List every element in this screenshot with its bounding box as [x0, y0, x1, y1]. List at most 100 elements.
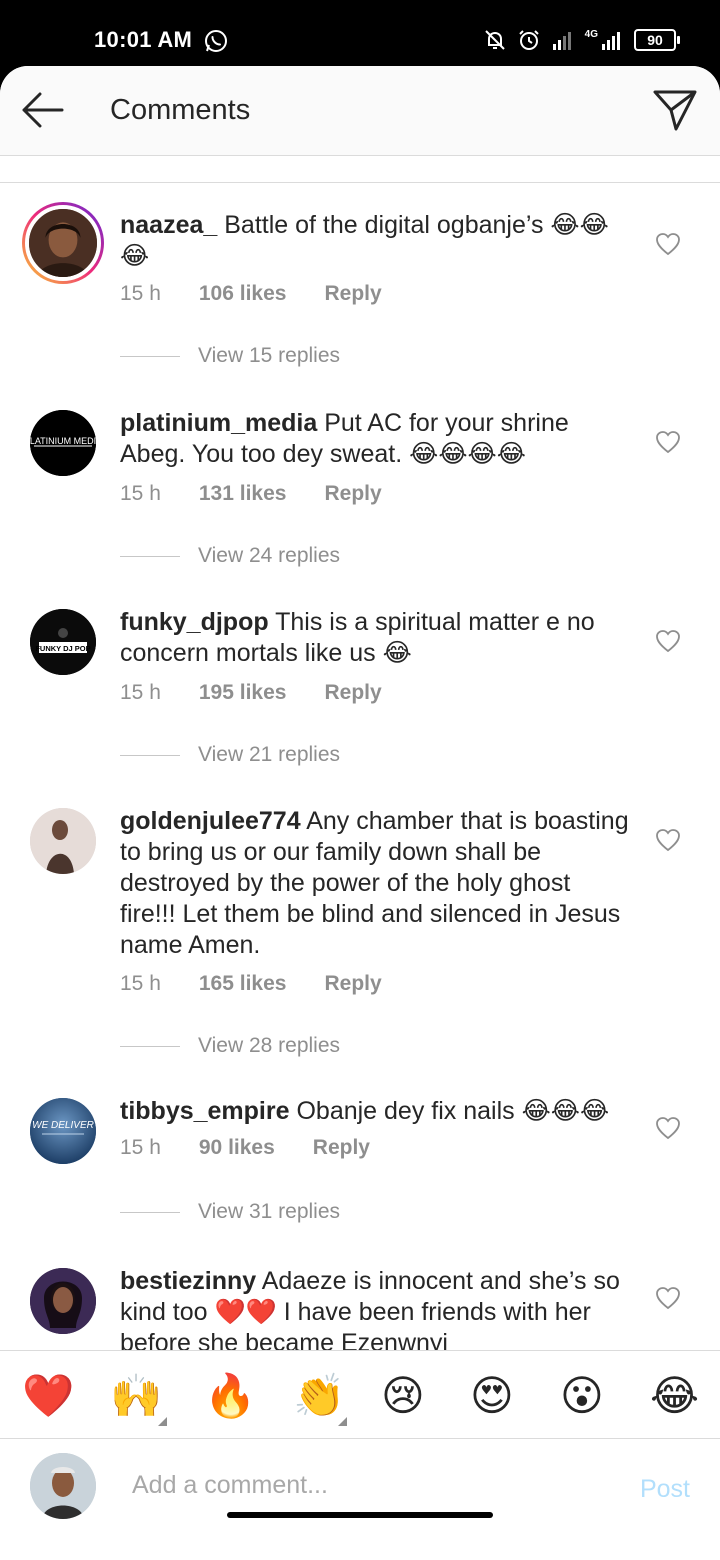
comment-username[interactable]: tibbys_empire	[120, 1097, 290, 1125]
view-replies-label: View 15 replies	[198, 344, 341, 367]
mute-bell-icon	[484, 30, 505, 50]
comment-username[interactable]: goldenjulee774	[120, 807, 301, 835]
comment-meta: 15 h 195 likes Reply	[120, 681, 382, 705]
signal-icon	[552, 32, 571, 50]
avatar-label: WE DELIVER	[32, 1120, 94, 1131]
comment-likes[interactable]: 165 likes	[199, 972, 287, 996]
view-replies-button[interactable]: View 31 replies	[120, 1200, 340, 1224]
view-replies-button[interactable]: View 24 replies	[120, 544, 340, 568]
emoji-button[interactable]: 👏	[293, 1371, 345, 1421]
comment-likes[interactable]: 90 likes	[199, 1136, 275, 1160]
divider	[0, 182, 720, 183]
comment-time: 15 h	[120, 282, 161, 305]
post-button[interactable]: Post	[640, 1475, 690, 1504]
comment-text: naazea_ Battle of the digital ogbanje’s …	[120, 210, 632, 272]
home-indicator[interactable]	[227, 1512, 493, 1518]
comment-likes[interactable]: 195 likes	[199, 681, 287, 705]
comment-time: 15 h	[120, 482, 161, 505]
avatar	[30, 1453, 96, 1519]
divider	[120, 555, 180, 557]
emoji-button[interactable]: 😮	[560, 1371, 604, 1421]
reply-button[interactable]: Reply	[324, 681, 381, 705]
emoji-reaction-bar: ❤️ 🙌 🔥 👏 😢 😍 😮 😂	[0, 1350, 720, 1440]
app-header: Comments	[0, 66, 720, 156]
comment-username[interactable]: naazea_	[120, 211, 217, 239]
avatar[interactable]	[30, 1268, 96, 1334]
comment-text: funky_djpop This is a spiritual matter e…	[120, 607, 632, 669]
avatar[interactable]	[30, 808, 96, 874]
comment-input[interactable]	[132, 1471, 592, 1500]
emoji-button[interactable]: 🔥	[204, 1371, 256, 1421]
emoji-button[interactable]: 😢	[381, 1371, 425, 1421]
comment-body: Obanje dey fix nails 😂😂😂	[296, 1097, 610, 1125]
profile-photo: FUNKY DJ POP	[30, 609, 96, 675]
signal-icon	[602, 32, 620, 50]
heart-icon[interactable]	[655, 1116, 681, 1140]
whatsapp-icon	[205, 30, 227, 52]
comments-screen: Comments naazea_ Battle of the digital o…	[0, 66, 720, 1560]
emoji-button[interactable]: 🙌	[110, 1371, 162, 1421]
avatar[interactable]: PLATINIUM MEDIA	[30, 410, 96, 476]
comment-time: 15 h	[120, 681, 161, 704]
reply-button[interactable]: Reply	[324, 482, 381, 506]
view-replies-button[interactable]: View 15 replies	[120, 344, 340, 368]
comment-username[interactable]: bestiezinny	[120, 1267, 256, 1295]
view-replies-label: View 28 replies	[198, 1034, 341, 1057]
comment-meta: 15 h 131 likes Reply	[120, 482, 382, 506]
emoji-button[interactable]: ❤️	[22, 1371, 74, 1421]
alarm-icon	[518, 30, 539, 50]
avatar-label: PLATINIUM MEDIA	[30, 436, 96, 446]
profile-photo	[30, 1453, 96, 1519]
profile-photo: WE DELIVER	[30, 1098, 96, 1164]
divider	[120, 1045, 180, 1047]
heart-icon[interactable]	[655, 430, 681, 454]
profile-photo	[30, 808, 96, 874]
comment-input-bar: Post	[0, 1438, 720, 1560]
status-time: 10:01 AM	[94, 27, 193, 52]
heart-icon[interactable]	[655, 232, 681, 256]
skin-tone-indicator-icon	[338, 1417, 347, 1426]
profile-photo	[29, 209, 97, 277]
divider	[120, 355, 180, 357]
paper-plane-icon[interactable]	[652, 88, 698, 132]
comment-likes[interactable]: 106 likes	[199, 282, 287, 306]
emoji-button[interactable]: 😂	[650, 1371, 699, 1421]
avatar[interactable]: WE DELIVER	[30, 1098, 96, 1164]
comment-text: tibbys_empire Obanje dey fix nails 😂😂😂	[120, 1096, 632, 1127]
comment-meta: 15 h 165 likes Reply	[120, 972, 382, 996]
avatar[interactable]	[22, 202, 104, 284]
page-title: Comments	[110, 94, 251, 126]
reply-button[interactable]: Reply	[324, 972, 381, 996]
view-replies-button[interactable]: View 28 replies	[120, 1034, 340, 1058]
network-type: 4G	[584, 28, 598, 40]
reply-button[interactable]: Reply	[313, 1136, 370, 1160]
avatar[interactable]: FUNKY DJ POP	[30, 609, 96, 675]
profile-photo	[30, 1268, 96, 1334]
reply-button[interactable]: Reply	[324, 282, 381, 306]
comment-time: 15 h	[120, 972, 161, 995]
comment-username[interactable]: funky_djpop	[120, 608, 269, 636]
battery-indicator: 90	[634, 29, 680, 51]
divider	[120, 1211, 180, 1213]
arrow-left-icon[interactable]	[20, 90, 66, 130]
profile-photo: PLATINIUM MEDIA	[30, 410, 96, 476]
heart-icon[interactable]	[655, 629, 681, 653]
comment-meta: 15 h 106 likes Reply	[120, 282, 382, 306]
heart-icon[interactable]	[655, 1286, 681, 1310]
emoji-button[interactable]: 😍	[470, 1371, 514, 1421]
comment-meta: 15 h 90 likes Reply	[120, 1136, 370, 1160]
divider	[120, 754, 180, 756]
comment-text: platinium_media Put AC for your shrine A…	[120, 408, 632, 470]
view-replies-label: View 24 replies	[198, 544, 341, 567]
avatar-label: FUNKY DJ POP	[35, 644, 90, 653]
comment-time: 15 h	[120, 1136, 161, 1159]
comment-likes[interactable]: 131 likes	[199, 482, 287, 506]
heart-icon[interactable]	[655, 828, 681, 852]
comment-text: goldenjulee774 Any chamber that is boast…	[120, 806, 632, 961]
view-replies-label: View 31 replies	[198, 1200, 341, 1223]
view-replies-label: View 21 replies	[198, 743, 341, 766]
comment-username[interactable]: platinium_media	[120, 409, 317, 437]
skin-tone-indicator-icon	[158, 1417, 167, 1426]
view-replies-button[interactable]: View 21 replies	[120, 743, 340, 767]
comment-text: bestiezinny Adaeze is innocent and she’s…	[120, 1266, 632, 1359]
